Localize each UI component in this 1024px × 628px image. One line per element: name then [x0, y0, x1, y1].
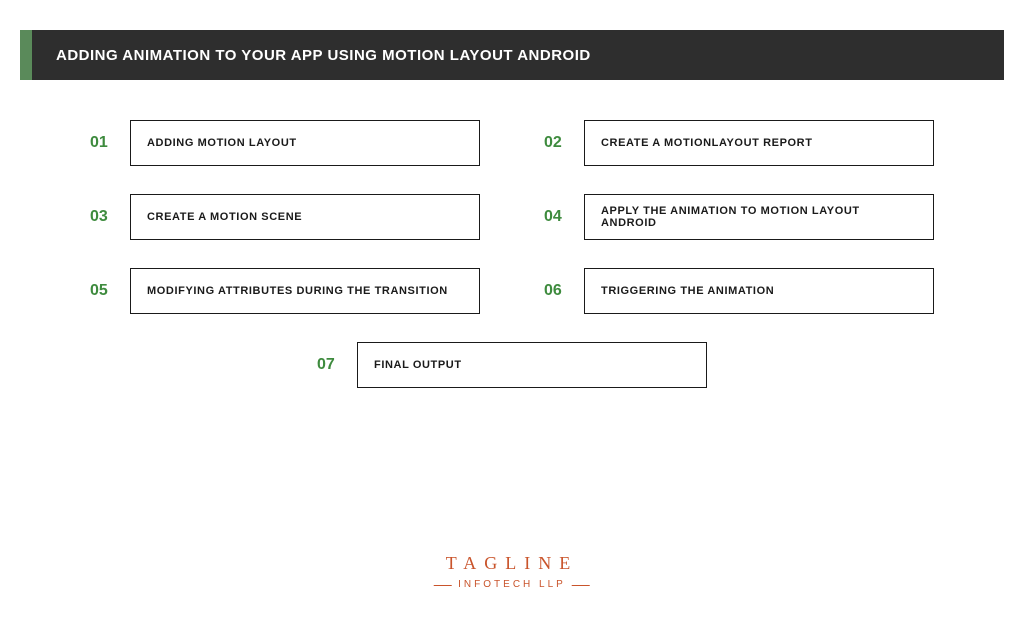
step-05: 05 MODIFYING ATTRIBUTES DURING THE TRANS…	[90, 268, 480, 314]
page-title: ADDING ANIMATION TO YOUR APP USING MOTIO…	[56, 47, 591, 64]
step-label: ADDING MOTION LAYOUT	[130, 120, 480, 166]
step-07: 07 FINAL OUTPUT	[317, 342, 707, 388]
logo-sub: INFOTECH LLP	[446, 579, 578, 590]
step-number: 07	[317, 342, 357, 388]
step-number: 02	[544, 120, 584, 166]
step-number: 06	[544, 268, 584, 314]
step-01: 01 ADDING MOTION LAYOUT	[90, 120, 480, 166]
step-02: 02 CREATE A MOTIONLAYOUT REPORT	[544, 120, 934, 166]
step-label: CREATE A MOTIONLAYOUT REPORT	[584, 120, 934, 166]
step-label: MODIFYING ATTRIBUTES DURING THE TRANSITI…	[130, 268, 480, 314]
step-label: TRIGGERING THE ANIMATION	[584, 268, 934, 314]
step-04: 04 APPLY THE ANIMATION TO MOTION LAYOUT …	[544, 194, 934, 240]
step-label: APPLY THE ANIMATION TO MOTION LAYOUT AND…	[584, 194, 934, 240]
header-bar: ADDING ANIMATION TO YOUR APP USING MOTIO…	[20, 30, 1004, 80]
step-number: 04	[544, 194, 584, 240]
step-06: 06 TRIGGERING THE ANIMATION	[544, 268, 934, 314]
step-number: 05	[90, 268, 130, 314]
logo-main: TAGLINE	[446, 553, 579, 574]
step-03: 03 CREATE A MOTION SCENE	[90, 194, 480, 240]
header-accent	[20, 30, 32, 80]
steps-list: 01 ADDING MOTION LAYOUT 02 CREATE A MOTI…	[0, 120, 1024, 388]
step-number: 01	[90, 120, 130, 166]
step-label: FINAL OUTPUT	[357, 342, 707, 388]
step-number: 03	[90, 194, 130, 240]
step-label: CREATE A MOTION SCENE	[130, 194, 480, 240]
header-title-container: ADDING ANIMATION TO YOUR APP USING MOTIO…	[32, 30, 1004, 80]
footer-logo: TAGLINE INFOTECH LLP	[446, 553, 579, 592]
